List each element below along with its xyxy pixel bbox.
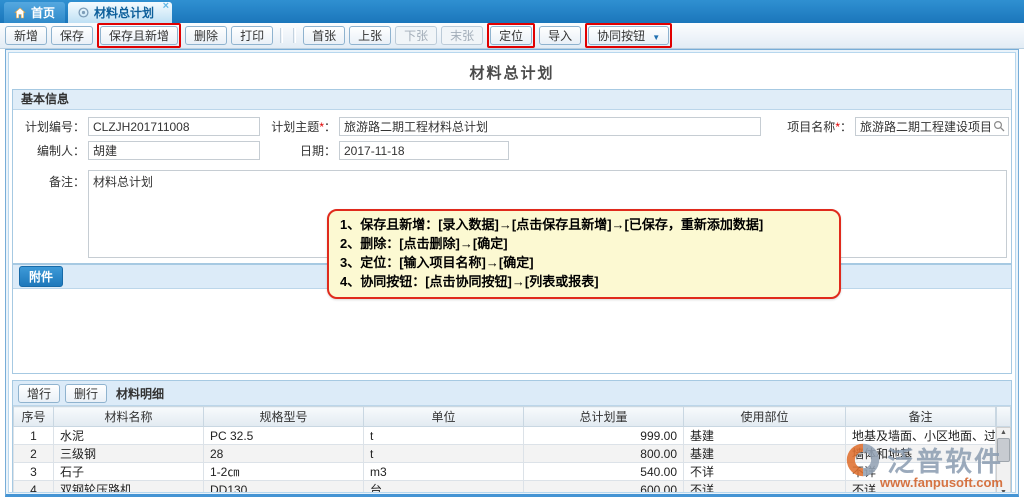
date-label: 日期：: [268, 142, 336, 159]
compiler-field: 编制人：: [15, 141, 260, 160]
col-no: 序号: [14, 407, 54, 427]
col-remark: 备注: [846, 407, 996, 427]
search-icon[interactable]: [993, 120, 1005, 132]
col-total-qty: 总计划量: [524, 407, 684, 427]
save-and-new-button[interactable]: 保存且新增: [100, 26, 178, 45]
plan-subject-label: 计划主题*：: [268, 118, 336, 135]
attachment-area: [13, 289, 1011, 373]
home-icon: [14, 7, 26, 19]
date-input[interactable]: [339, 141, 509, 160]
plan-subject-input[interactable]: [339, 117, 761, 136]
plan-no-label: 计划编号：: [15, 118, 85, 135]
cell-total-qty[interactable]: 800.00: [524, 445, 684, 463]
help-note-line: 2、删除：[点击删除]→[确定]: [340, 235, 828, 254]
cell-usage-part[interactable]: 不详: [684, 463, 846, 481]
scroll-up-icon[interactable]: ▲: [1000, 429, 1007, 437]
cell-usage-part[interactable]: 基建: [684, 445, 846, 463]
material-detail-header: 增行 删行 材料明细: [13, 381, 1011, 406]
help-note-line: 4、协同按钮：[点击协同按钮]→[列表或报表]: [340, 273, 828, 292]
col-material-name: 材料名称: [54, 407, 204, 427]
page-icon: [78, 7, 89, 18]
cell-total-qty[interactable]: 540.00: [524, 463, 684, 481]
save-button[interactable]: 保存: [51, 26, 93, 45]
tab-home-label: 首页: [31, 4, 55, 21]
new-button[interactable]: 新增: [5, 26, 47, 45]
attachment-button[interactable]: 附件: [19, 266, 63, 287]
compiler-label: 编制人：: [15, 142, 85, 159]
watermark-brand: 泛普软件: [887, 440, 1003, 479]
cell-material-name[interactable]: 水泥: [54, 427, 204, 445]
cell-no: 4: [14, 481, 54, 494]
col-usage-part: 使用部位: [684, 407, 846, 427]
save-and-new-highlight: 保存且新增: [97, 23, 181, 48]
form-page: 材料总计划 基本信息 计划编号： 计划主题*： 项目名称*：: [8, 52, 1016, 493]
cell-no: 3: [14, 463, 54, 481]
cell-spec[interactable]: 1-2㎝: [204, 463, 364, 481]
plan-no-input[interactable]: [88, 117, 260, 136]
project-name-field: 项目名称*：: [787, 117, 1009, 136]
cell-unit[interactable]: t: [364, 427, 524, 445]
cell-material-name[interactable]: 三级钢: [54, 445, 204, 463]
collab-button[interactable]: 协同按钮 ▼: [588, 26, 669, 45]
remark-label: 备注：: [15, 170, 85, 190]
cell-material-name[interactable]: 石子: [54, 463, 204, 481]
cell-total-qty[interactable]: 600.00: [524, 481, 684, 494]
cell-usage-part[interactable]: 基建: [684, 427, 846, 445]
locate-button[interactable]: 定位: [490, 26, 532, 45]
app-window: 首页 材料总计划 × 新增 保存 保存且新增 删除 打印 首张 上张 下张 末张…: [0, 0, 1024, 497]
tab-bar: 首页 材料总计划 ×: [0, 0, 1024, 23]
prev-record-button[interactable]: 上张: [349, 26, 391, 45]
help-note-line: 3、定位：[输入项目名称]→[确定]: [340, 254, 828, 273]
cell-material-name[interactable]: 双钢轮压路机: [54, 481, 204, 494]
header-filler: [996, 406, 1011, 427]
col-spec: 规格型号: [204, 407, 364, 427]
cell-spec[interactable]: DD130: [204, 481, 364, 494]
compiler-input[interactable]: [88, 141, 260, 160]
cell-unit[interactable]: m3: [364, 463, 524, 481]
cell-no: 2: [14, 445, 54, 463]
cell-spec[interactable]: 28: [204, 445, 364, 463]
cell-no: 1: [14, 427, 54, 445]
cell-total-qty[interactable]: 999.00: [524, 427, 684, 445]
toolbar-separator: [293, 28, 296, 43]
locate-highlight: 定位: [487, 23, 535, 48]
first-record-button[interactable]: 首张: [303, 26, 345, 45]
print-button[interactable]: 打印: [231, 26, 273, 45]
content-panel: 材料总计划 基本信息 计划编号： 计划主题*： 项目名称*：: [5, 49, 1019, 497]
help-note: 1、保存且新增：[录入数据]→[点击保存且新增]→[已保存，重新添加数据] 2、…: [327, 209, 841, 299]
toolbar: 新增 保存 保存且新增 删除 打印 首张 上张 下张 末张 定位 导入 协同按钮…: [0, 23, 1024, 49]
import-button[interactable]: 导入: [539, 26, 581, 45]
basic-info-header: 基本信息: [13, 90, 1011, 110]
cell-spec[interactable]: PC 32.5: [204, 427, 364, 445]
cell-usage-part[interactable]: 不详: [684, 481, 846, 494]
cell-unit[interactable]: t: [364, 445, 524, 463]
next-record-button: 下张: [395, 26, 437, 45]
last-record-button: 末张: [441, 26, 483, 45]
project-name-input[interactable]: [855, 117, 1009, 136]
tab-close-icon[interactable]: ×: [163, 1, 169, 12]
material-detail-title: 材料明细: [116, 385, 164, 402]
add-row-button[interactable]: 增行: [18, 384, 60, 403]
project-name-label: 项目名称*：: [787, 118, 852, 135]
collab-button-label: 协同按钮: [597, 29, 645, 43]
help-note-line: 1、保存且新增：[录入数据]→[点击保存且新增]→[已保存，重新添加数据]: [340, 216, 828, 235]
chevron-down-icon: ▼: [652, 33, 660, 42]
tab-material-plan-label: 材料总计划: [94, 4, 154, 21]
delete-row-button[interactable]: 删行: [65, 384, 107, 403]
date-field: 日期：: [268, 141, 509, 160]
watermark: 泛普软件 www.fanpusoft.com: [845, 440, 1003, 490]
tab-material-plan[interactable]: 材料总计划 ×: [68, 2, 172, 23]
col-unit: 单位: [364, 407, 524, 427]
cell-unit[interactable]: 台: [364, 481, 524, 494]
toolbar-separator: [280, 28, 283, 43]
fanpu-logo-icon: [845, 442, 881, 478]
delete-button[interactable]: 删除: [185, 26, 227, 45]
table-header-row: 序号 材料名称 规格型号 单位 总计划量 使用部位 备注: [14, 407, 996, 427]
collab-highlight: 协同按钮 ▼: [585, 23, 672, 48]
page-title: 材料总计划: [12, 53, 1012, 89]
tab-home[interactable]: 首页: [4, 2, 65, 23]
plan-no-field: 计划编号：: [15, 117, 260, 136]
plan-subject-field: 计划主题*：: [268, 117, 761, 136]
